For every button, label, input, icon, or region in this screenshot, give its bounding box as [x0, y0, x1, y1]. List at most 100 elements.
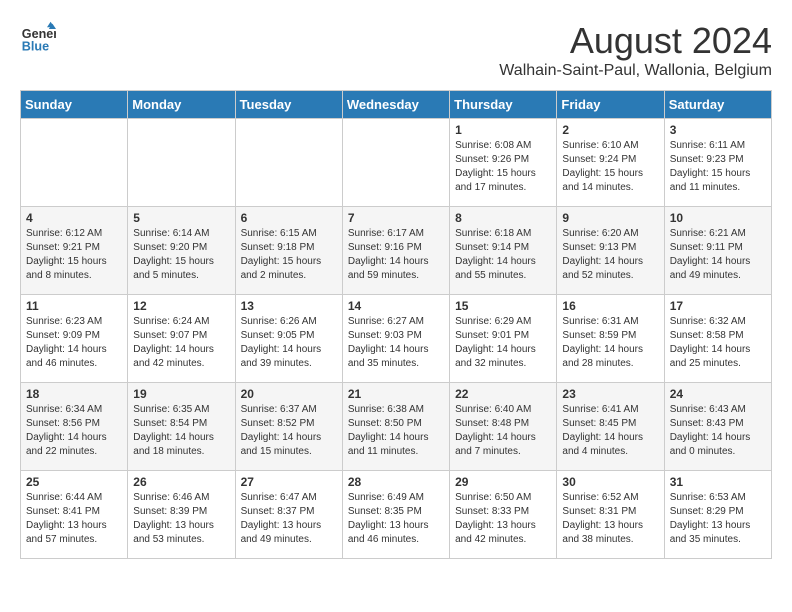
- calendar-cell: 24 Sunrise: 6:43 AM Sunset: 8:43 PM Dayli…: [664, 383, 771, 471]
- calendar-week-row: 25Sunrise: 6:44 AM Sunset: 8:41 PM Dayli…: [21, 471, 772, 559]
- day-info: Sunrise: 6:29 AM Sunset: 9:01 PM Dayligh…: [455, 315, 551, 371]
- calendar-week-row: 1Sunrise: 6:08 AM Sunset: 9:26 PM Daylig…: [21, 119, 772, 207]
- day-number: 5: [133, 211, 229, 225]
- logo: General Blue: [20, 20, 56, 56]
- calendar-cell: 2Sunrise: 6:10 AM Sunset: 9:24 PM Daylig…: [557, 119, 664, 207]
- calendar-table: SundayMondayTuesdayWednesdayThursdayFrid…: [20, 90, 772, 559]
- day-info: Sunrise: 6:35 AM Sunset: 8:54 PM Dayligh…: [133, 403, 229, 459]
- calendar-cell: 22 Sunrise: 6:40 AM Sunset: 8:48 PM Dayli…: [450, 383, 557, 471]
- day-number: 17: [670, 299, 766, 313]
- day-number: 9: [562, 211, 658, 225]
- day-number: 14: [348, 299, 444, 313]
- day-info: Sunrise: 6:40 AM Sunset: 8:48 PM Dayligh…: [455, 403, 551, 459]
- calendar-cell: [21, 119, 128, 207]
- weekday-row: SundayMondayTuesdayWednesdayThursdayFrid…: [21, 91, 772, 119]
- calendar-cell: [235, 119, 342, 207]
- day-number: 11: [26, 299, 122, 313]
- calendar-body: 1Sunrise: 6:08 AM Sunset: 9:26 PM Daylig…: [21, 119, 772, 559]
- day-number: 8: [455, 211, 551, 225]
- day-number: 19: [133, 387, 229, 401]
- day-number: 20: [241, 387, 337, 401]
- calendar-cell: 28 Sunrise: 6:49 AM Sunset: 8:35 PM Dayli…: [342, 471, 449, 559]
- calendar-cell: [128, 119, 235, 207]
- calendar-cell: 30 Sunrise: 6:52 AM Sunset: 8:31 PM Dayli…: [557, 471, 664, 559]
- day-number: 12: [133, 299, 229, 313]
- calendar-cell: 12 Sunrise: 6:24 AM Sunset: 9:07 PM Dayli…: [128, 295, 235, 383]
- day-number: 13: [241, 299, 337, 313]
- day-number: 26: [133, 475, 229, 489]
- calendar-cell: 18 Sunrise: 6:34 AM Sunset: 8:56 PM Dayli…: [21, 383, 128, 471]
- calendar-cell: 5Sunrise: 6:14 AM Sunset: 9:20 PM Daylig…: [128, 207, 235, 295]
- weekday-header: Friday: [557, 91, 664, 119]
- calendar-cell: 27 Sunrise: 6:47 AM Sunset: 8:37 PM Dayli…: [235, 471, 342, 559]
- day-number: 30: [562, 475, 658, 489]
- day-info: Sunrise: 6:43 AM Sunset: 8:43 PM Dayligh…: [670, 403, 766, 459]
- day-number: 7: [348, 211, 444, 225]
- day-info: Sunrise: 6:46 AM Sunset: 8:39 PM Dayligh…: [133, 491, 229, 547]
- calendar-cell: [342, 119, 449, 207]
- day-number: 16: [562, 299, 658, 313]
- calendar-week-row: 4Sunrise: 6:12 AM Sunset: 9:21 PM Daylig…: [21, 207, 772, 295]
- day-info: Sunrise: 6:23 AM Sunset: 9:09 PM Dayligh…: [26, 315, 122, 371]
- title-block: August 2024 Walhain-Saint-Paul, Wallonia…: [499, 20, 772, 80]
- day-number: 22: [455, 387, 551, 401]
- svg-text:Blue: Blue: [22, 40, 49, 54]
- day-number: 4: [26, 211, 122, 225]
- logo-icon: General Blue: [20, 20, 56, 56]
- day-info: Sunrise: 6:31 AM Sunset: 8:59 PM Dayligh…: [562, 315, 658, 371]
- calendar-cell: 14 Sunrise: 6:27 AM Sunset: 9:03 PM Dayli…: [342, 295, 449, 383]
- calendar-cell: 8 Sunrise: 6:18 AM Sunset: 9:14 PM Daylig…: [450, 207, 557, 295]
- calendar-subtitle: Walhain-Saint-Paul, Wallonia, Belgium: [499, 62, 772, 80]
- day-info: Sunrise: 6:27 AM Sunset: 9:03 PM Dayligh…: [348, 315, 444, 371]
- day-info: Sunrise: 6:17 AM Sunset: 9:16 PM Dayligh…: [348, 227, 444, 283]
- calendar-cell: 16 Sunrise: 6:31 AM Sunset: 8:59 PM Dayli…: [557, 295, 664, 383]
- calendar-cell: 29 Sunrise: 6:50 AM Sunset: 8:33 PM Dayli…: [450, 471, 557, 559]
- calendar-cell: 15Sunrise: 6:29 AM Sunset: 9:01 PM Dayli…: [450, 295, 557, 383]
- calendar-week-row: 18 Sunrise: 6:34 AM Sunset: 8:56 PM Dayli…: [21, 383, 772, 471]
- day-info: Sunrise: 6:50 AM Sunset: 8:33 PM Dayligh…: [455, 491, 551, 547]
- calendar-cell: 4Sunrise: 6:12 AM Sunset: 9:21 PM Daylig…: [21, 207, 128, 295]
- weekday-header: Thursday: [450, 91, 557, 119]
- day-number: 3: [670, 123, 766, 137]
- day-info: Sunrise: 6:26 AM Sunset: 9:05 PM Dayligh…: [241, 315, 337, 371]
- calendar-cell: 26 Sunrise: 6:46 AM Sunset: 8:39 PM Dayli…: [128, 471, 235, 559]
- day-number: 28: [348, 475, 444, 489]
- calendar-cell: 20 Sunrise: 6:37 AM Sunset: 8:52 PM Dayli…: [235, 383, 342, 471]
- day-info: Sunrise: 6:34 AM Sunset: 8:56 PM Dayligh…: [26, 403, 122, 459]
- day-info: Sunrise: 6:24 AM Sunset: 9:07 PM Dayligh…: [133, 315, 229, 371]
- day-info: Sunrise: 6:47 AM Sunset: 8:37 PM Dayligh…: [241, 491, 337, 547]
- weekday-header: Saturday: [664, 91, 771, 119]
- calendar-cell: 3 Sunrise: 6:11 AM Sunset: 9:23 PM Daylig…: [664, 119, 771, 207]
- calendar-cell: 23Sunrise: 6:41 AM Sunset: 8:45 PM Dayli…: [557, 383, 664, 471]
- day-info: Sunrise: 6:41 AM Sunset: 8:45 PM Dayligh…: [562, 403, 658, 459]
- calendar-cell: 9 Sunrise: 6:20 AM Sunset: 9:13 PM Daylig…: [557, 207, 664, 295]
- day-number: 18: [26, 387, 122, 401]
- day-info: Sunrise: 6:32 AM Sunset: 8:58 PM Dayligh…: [670, 315, 766, 371]
- day-info: Sunrise: 6:18 AM Sunset: 9:14 PM Dayligh…: [455, 227, 551, 283]
- day-number: 10: [670, 211, 766, 225]
- calendar-header: SundayMondayTuesdayWednesdayThursdayFrid…: [21, 91, 772, 119]
- weekday-header: Wednesday: [342, 91, 449, 119]
- calendar-cell: 1Sunrise: 6:08 AM Sunset: 9:26 PM Daylig…: [450, 119, 557, 207]
- calendar-week-row: 11 Sunrise: 6:23 AM Sunset: 9:09 PM Dayli…: [21, 295, 772, 383]
- day-info: Sunrise: 6:11 AM Sunset: 9:23 PM Dayligh…: [670, 139, 766, 195]
- day-info: Sunrise: 6:53 AM Sunset: 8:29 PM Dayligh…: [670, 491, 766, 547]
- calendar-cell: 7 Sunrise: 6:17 AM Sunset: 9:16 PM Daylig…: [342, 207, 449, 295]
- day-number: 6: [241, 211, 337, 225]
- day-number: 24: [670, 387, 766, 401]
- calendar-cell: 11 Sunrise: 6:23 AM Sunset: 9:09 PM Dayli…: [21, 295, 128, 383]
- calendar-cell: 10 Sunrise: 6:21 AM Sunset: 9:11 PM Dayli…: [664, 207, 771, 295]
- day-info: Sunrise: 6:20 AM Sunset: 9:13 PM Dayligh…: [562, 227, 658, 283]
- calendar-cell: 6Sunrise: 6:15 AM Sunset: 9:18 PM Daylig…: [235, 207, 342, 295]
- day-info: Sunrise: 6:37 AM Sunset: 8:52 PM Dayligh…: [241, 403, 337, 459]
- day-info: Sunrise: 6:49 AM Sunset: 8:35 PM Dayligh…: [348, 491, 444, 547]
- day-info: Sunrise: 6:21 AM Sunset: 9:11 PM Dayligh…: [670, 227, 766, 283]
- day-number: 25: [26, 475, 122, 489]
- day-info: Sunrise: 6:10 AM Sunset: 9:24 PM Dayligh…: [562, 139, 658, 195]
- day-number: 21: [348, 387, 444, 401]
- day-number: 27: [241, 475, 337, 489]
- day-info: Sunrise: 6:52 AM Sunset: 8:31 PM Dayligh…: [562, 491, 658, 547]
- day-number: 29: [455, 475, 551, 489]
- calendar-title: August 2024: [499, 20, 772, 62]
- day-number: 1: [455, 123, 551, 137]
